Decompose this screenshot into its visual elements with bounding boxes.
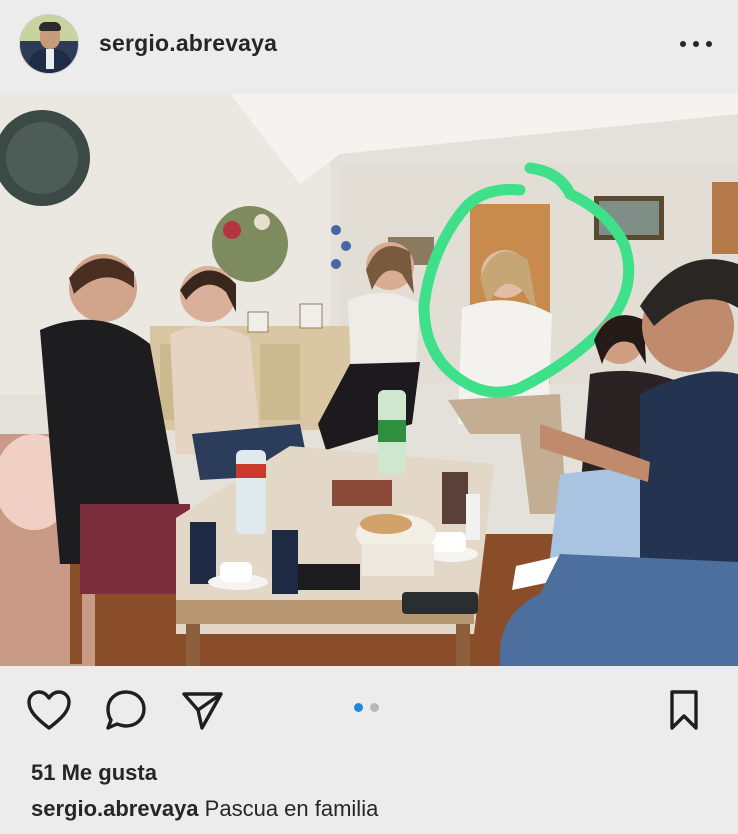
avatar-shirt bbox=[46, 49, 54, 69]
comment-bubble-icon[interactable] bbox=[102, 686, 150, 734]
more-dot bbox=[706, 41, 712, 47]
photo-illustration bbox=[0, 94, 738, 666]
napkin-dark bbox=[298, 564, 360, 590]
bottle-label bbox=[236, 464, 266, 478]
blue-plate bbox=[331, 259, 341, 269]
teacup bbox=[220, 562, 252, 582]
phone bbox=[402, 592, 478, 614]
more-options-icon[interactable] bbox=[680, 41, 712, 49]
avatar-hair bbox=[39, 22, 61, 31]
sideboard-door bbox=[260, 344, 300, 420]
carousel-indicator bbox=[354, 703, 384, 713]
cake bbox=[332, 480, 392, 506]
caption: sergio.abrevaya Pascua en familia bbox=[31, 796, 378, 822]
carousel-dot bbox=[370, 703, 379, 712]
table-leg bbox=[186, 624, 200, 666]
teacup bbox=[432, 532, 466, 552]
flower bbox=[223, 221, 241, 239]
avatar[interactable] bbox=[19, 14, 79, 74]
paper-plane-icon[interactable] bbox=[178, 686, 226, 734]
carousel-dot-active bbox=[354, 703, 363, 712]
pastries bbox=[360, 514, 412, 534]
more-dot bbox=[680, 41, 686, 47]
soda-label bbox=[378, 420, 406, 442]
glass bbox=[190, 522, 216, 584]
bookmark-icon[interactable] bbox=[660, 686, 708, 734]
more-dot bbox=[693, 41, 699, 47]
red-stool bbox=[80, 504, 190, 594]
flower bbox=[254, 214, 270, 230]
water-bottle bbox=[236, 450, 266, 534]
username[interactable]: sergio.abrevaya bbox=[99, 30, 277, 57]
glass bbox=[272, 530, 298, 594]
photo-frame bbox=[247, 311, 269, 333]
flower-arrangement bbox=[212, 206, 288, 282]
caption-username[interactable]: sergio.abrevaya bbox=[31, 796, 199, 821]
likes-count[interactable]: 51 Me gusta bbox=[31, 760, 157, 786]
snack-box bbox=[362, 544, 434, 576]
wall-plate-inner bbox=[6, 122, 78, 194]
small-bottle bbox=[466, 494, 480, 540]
door-right bbox=[712, 182, 738, 254]
blue-plate bbox=[341, 241, 351, 251]
caption-text: Pascua en familia bbox=[204, 796, 379, 821]
post-header: sergio.abrevaya bbox=[0, 0, 738, 92]
blue-plate bbox=[331, 225, 341, 235]
table-leg bbox=[456, 624, 470, 666]
heart-icon[interactable] bbox=[25, 686, 73, 734]
post-photo[interactable] bbox=[0, 94, 738, 666]
post-actions bbox=[0, 686, 738, 742]
tea-box bbox=[442, 472, 468, 524]
photo-frame bbox=[299, 303, 323, 329]
